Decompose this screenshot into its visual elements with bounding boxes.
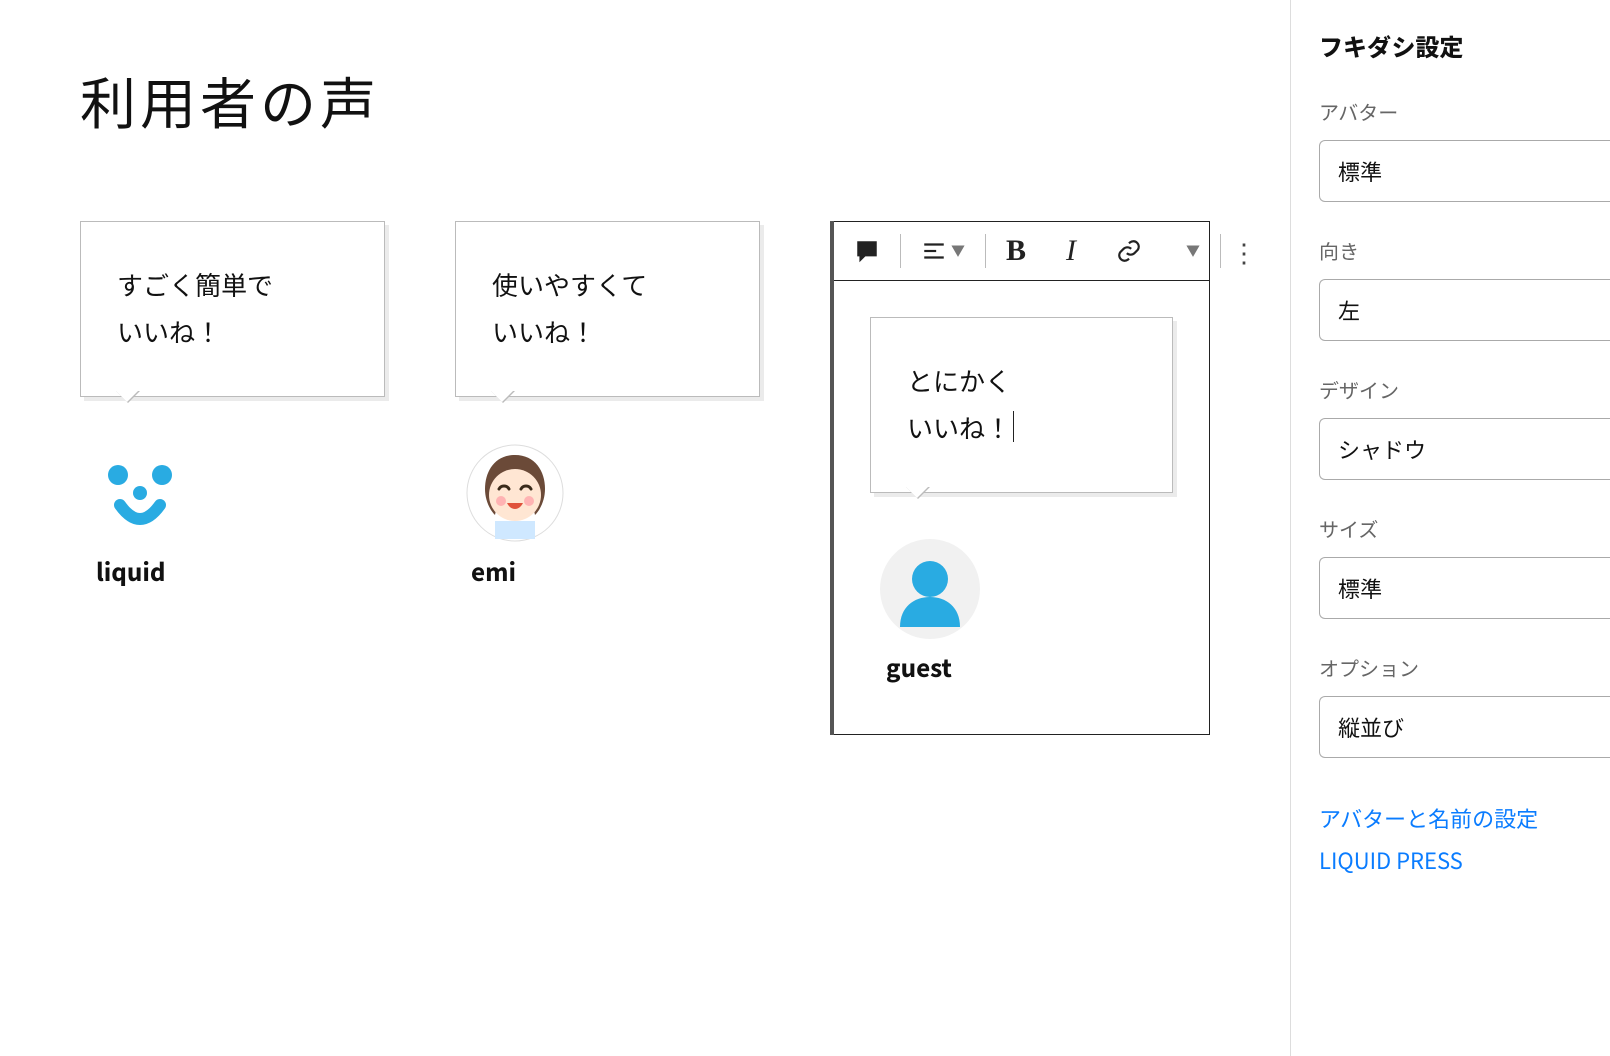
italic-button[interactable]: I <box>1046 222 1096 280</box>
field-label-design: デザイン <box>1319 375 1610 404</box>
balloon-line: いいね！ <box>907 405 1136 452</box>
avatar-name: emi <box>465 553 760 588</box>
avatar-name: guest <box>880 649 1173 684</box>
testimonial-row: すごく簡単で いいね！ liquid <box>80 221 1210 735</box>
balloon-line: すごく簡単で <box>117 262 348 309</box>
field-label-avatar: アバター <box>1319 97 1610 126</box>
speech-balloon: すごく簡単で いいね！ <box>80 221 385 397</box>
avatar-settings-link[interactable]: アバターと名前の設定 <box>1319 798 1610 840</box>
bold-button[interactable]: B <box>986 222 1046 280</box>
page-title: 利用者の声 <box>80 60 1210 141</box>
speech-balloon-editable[interactable]: とにかく いいね！ <box>870 317 1173 493</box>
avatar-liquid-icon <box>90 443 190 543</box>
link-icon <box>1116 238 1142 264</box>
link-button[interactable] <box>1096 222 1162 280</box>
block-toolbar: ▼ B I ▼ ⋮ <box>834 221 1210 281</box>
speech-block[interactable]: すごく簡単で いいね！ liquid <box>80 221 385 735</box>
speech-block-selected[interactable]: ▼ B I ▼ ⋮ <box>830 221 1210 735</box>
align-button[interactable]: ▼ <box>901 222 985 280</box>
align-left-icon <box>921 238 947 264</box>
more-formatting-button[interactable]: ▼ <box>1162 222 1220 280</box>
option-select[interactable]: 縦並び <box>1319 696 1610 758</box>
editor-canvas: 利用者の声 すごく簡単で いいね！ <box>0 0 1290 1056</box>
field-label-direction: 向き <box>1319 236 1610 265</box>
block-type-button[interactable] <box>834 222 900 280</box>
chevron-down-icon: ▼ <box>951 241 965 261</box>
size-select[interactable]: 標準 <box>1319 557 1610 619</box>
avatar-guest-icon <box>880 539 980 639</box>
block-more-button[interactable]: ⋮ <box>1221 222 1269 280</box>
avatar-select[interactable]: 標準 <box>1319 140 1610 202</box>
balloon-line: とにかく <box>907 358 1136 405</box>
chevron-down-icon: ▼ <box>1186 241 1200 261</box>
direction-select[interactable]: 左 <box>1319 279 1610 341</box>
panel-title: フキダシ設定 <box>1319 28 1610 63</box>
avatar-emi-icon <box>465 443 565 543</box>
text-cursor <box>1013 411 1014 442</box>
design-select[interactable]: シャドウ <box>1319 418 1610 480</box>
field-label-option: オプション <box>1319 653 1610 682</box>
speech-block[interactable]: 使いやすくて いいね！ <box>455 221 760 735</box>
balloon-line: いいね！ <box>492 309 723 356</box>
liquid-press-link[interactable]: LIQUID PRESS <box>1319 840 1610 882</box>
balloon-line: 使いやすくて <box>492 262 723 309</box>
field-label-size: サイズ <box>1319 514 1610 543</box>
speech-balloon: 使いやすくて いいね！ <box>455 221 760 397</box>
avatar-name: liquid <box>90 553 385 588</box>
settings-panel: フキダシ設定 アバター 標準 向き 左 デザイン シャドウ サイズ 標準 オプシ… <box>1290 0 1610 1056</box>
balloon-line: いいね！ <box>117 309 348 356</box>
speech-icon <box>854 238 880 264</box>
